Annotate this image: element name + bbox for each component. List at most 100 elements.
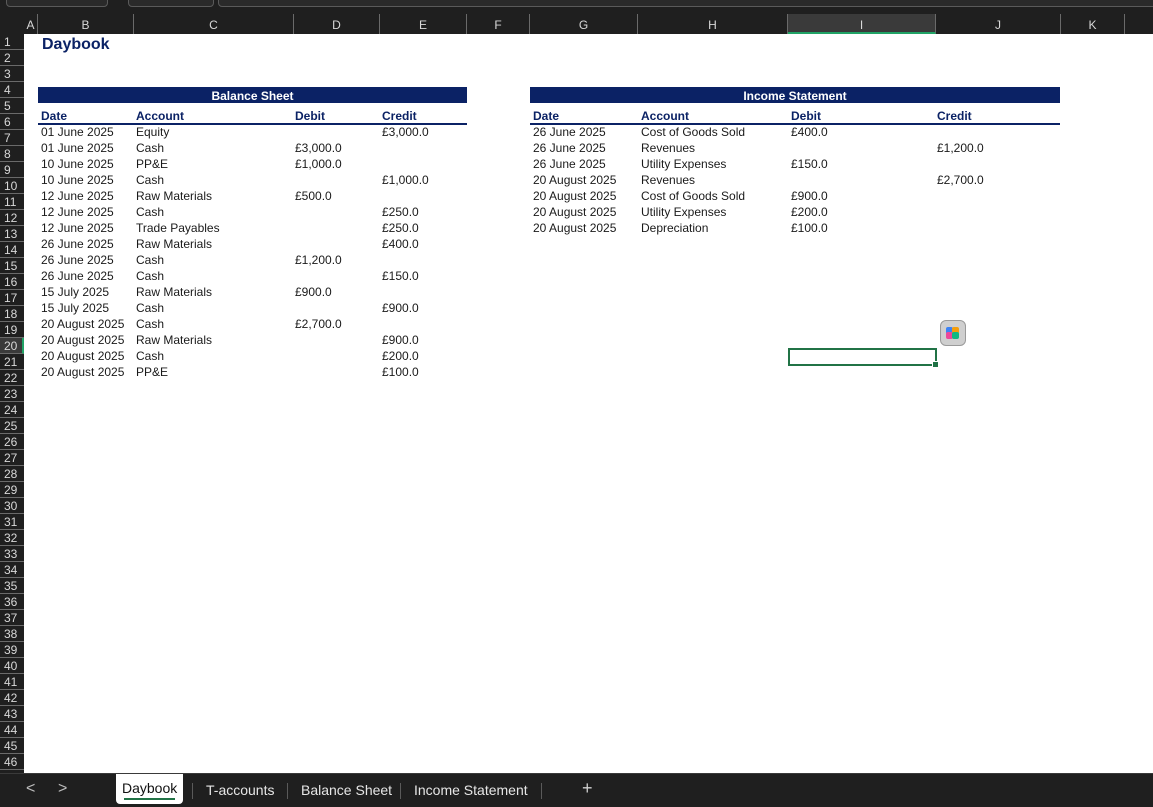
table-cell[interactable]: Cash (136, 316, 164, 332)
tab-income-statement[interactable]: Income Statement (408, 779, 534, 803)
table-cell[interactable]: Cost of Goods Sold (641, 188, 745, 204)
prev-sheet-button[interactable]: < (26, 780, 35, 798)
row-header-41[interactable]: 41 (0, 674, 24, 690)
column-header-g[interactable]: G (530, 14, 638, 34)
tab-balance-sheet[interactable]: Balance Sheet (295, 779, 398, 803)
table-cell[interactable]: £1,000.0 (295, 156, 342, 172)
table-cell[interactable]: 20 August 2025 (41, 364, 124, 380)
row-header-12[interactable]: 12 (0, 210, 24, 226)
table-cell[interactable]: 01 June 2025 (41, 140, 114, 156)
table-cell[interactable]: £2,700.0 (937, 172, 984, 188)
table-cell[interactable]: Raw Materials (136, 236, 212, 252)
row-header-3[interactable]: 3 (0, 66, 24, 82)
table-cell[interactable]: 10 June 2025 (41, 172, 114, 188)
row-header-26[interactable]: 26 (0, 434, 24, 450)
row-header-13[interactable]: 13 (0, 226, 24, 242)
table-cell[interactable]: 12 June 2025 (41, 188, 114, 204)
row-header-19[interactable]: 19 (0, 322, 24, 338)
table-cell[interactable]: 20 August 2025 (533, 188, 616, 204)
table-cell[interactable]: £1,200.0 (295, 252, 342, 268)
row-header-15[interactable]: 15 (0, 258, 24, 274)
table-cell[interactable]: £400.0 (791, 124, 828, 140)
table-cell[interactable]: PP&E (136, 156, 168, 172)
tab-t-accounts[interactable]: T-accounts (200, 779, 280, 803)
table-cell[interactable]: £100.0 (382, 364, 419, 380)
column-header-b[interactable]: B (38, 14, 134, 34)
row-header-24[interactable]: 24 (0, 402, 24, 418)
table-cell[interactable]: Cash (136, 140, 164, 156)
column-header-k[interactable]: K (1061, 14, 1125, 34)
row-header-10[interactable]: 10 (0, 178, 24, 194)
column-header-c[interactable]: C (134, 14, 294, 34)
row-header-40[interactable]: 40 (0, 658, 24, 674)
table-cell[interactable]: Utility Expenses (641, 204, 726, 220)
row-header-35[interactable]: 35 (0, 578, 24, 594)
row-header-5[interactable]: 5 (0, 98, 24, 114)
table-cell[interactable]: 12 June 2025 (41, 204, 114, 220)
row-header-8[interactable]: 8 (0, 146, 24, 162)
row-header-4[interactable]: 4 (0, 82, 24, 98)
row-header-43[interactable]: 43 (0, 706, 24, 722)
row-header-36[interactable]: 36 (0, 594, 24, 610)
formula-input[interactable] (218, 0, 1153, 7)
column-header-i[interactable]: I (788, 14, 936, 34)
table-cell[interactable]: £200.0 (791, 204, 828, 220)
add-sheet-button[interactable]: + (582, 778, 593, 799)
table-cell[interactable]: 20 August 2025 (533, 172, 616, 188)
column-header-j[interactable]: J (936, 14, 1061, 34)
tab-daybook[interactable]: Daybook (116, 774, 184, 804)
column-header-h[interactable]: H (638, 14, 788, 34)
row-header-9[interactable]: 9 (0, 162, 24, 178)
table-cell[interactable]: £250.0 (382, 220, 419, 236)
table-cell[interactable]: £2,700.0 (295, 316, 342, 332)
table-cell[interactable]: 15 July 2025 (41, 300, 109, 316)
table-cell[interactable]: 20 August 2025 (41, 332, 124, 348)
row-header-31[interactable]: 31 (0, 514, 24, 530)
table-cell[interactable]: Cost of Goods Sold (641, 124, 745, 140)
row-header-18[interactable]: 18 (0, 306, 24, 322)
table-cell[interactable]: £900.0 (382, 332, 419, 348)
table-cell[interactable]: £100.0 (791, 220, 828, 236)
row-header-44[interactable]: 44 (0, 722, 24, 738)
row-header-17[interactable]: 17 (0, 290, 24, 306)
row-header-37[interactable]: 37 (0, 610, 24, 626)
table-cell[interactable]: Depreciation (641, 220, 708, 236)
row-header-33[interactable]: 33 (0, 546, 24, 562)
table-cell[interactable]: 20 August 2025 (533, 204, 616, 220)
row-header-2[interactable]: 2 (0, 50, 24, 66)
table-cell[interactable]: Trade Payables (136, 220, 220, 236)
row-header-6[interactable]: 6 (0, 114, 24, 130)
table-cell[interactable]: £900.0 (295, 284, 332, 300)
table-cell[interactable]: Revenues (641, 140, 695, 156)
row-header-46[interactable]: 46 (0, 754, 24, 770)
table-cell[interactable]: £150.0 (791, 156, 828, 172)
table-cell[interactable]: £900.0 (791, 188, 828, 204)
table-cell[interactable]: 20 August 2025 (533, 220, 616, 236)
table-cell[interactable]: £400.0 (382, 236, 419, 252)
table-cell[interactable]: 26 June 2025 (41, 236, 114, 252)
table-cell[interactable]: 12 June 2025 (41, 220, 114, 236)
table-cell[interactable]: £150.0 (382, 268, 419, 284)
table-cell[interactable]: Raw Materials (136, 188, 212, 204)
table-cell[interactable]: 26 June 2025 (41, 268, 114, 284)
column-header-e[interactable]: E (380, 14, 467, 34)
row-header-22[interactable]: 22 (0, 370, 24, 386)
row-header-27[interactable]: 27 (0, 450, 24, 466)
row-header-45[interactable]: 45 (0, 738, 24, 754)
row-header-28[interactable]: 28 (0, 466, 24, 482)
column-header-f[interactable]: F (467, 14, 530, 34)
row-header-14[interactable]: 14 (0, 242, 24, 258)
table-cell[interactable]: Raw Materials (136, 332, 212, 348)
row-header-11[interactable]: 11 (0, 194, 24, 210)
table-cell[interactable]: £900.0 (382, 300, 419, 316)
table-cell[interactable]: 01 June 2025 (41, 124, 114, 140)
copilot-icon[interactable] (940, 320, 966, 346)
table-cell[interactable]: Raw Materials (136, 284, 212, 300)
table-cell[interactable]: 26 June 2025 (533, 156, 606, 172)
row-header-32[interactable]: 32 (0, 530, 24, 546)
table-cell[interactable]: Revenues (641, 172, 695, 188)
table-cell[interactable]: 10 June 2025 (41, 156, 114, 172)
selected-cell[interactable] (788, 348, 939, 368)
table-cell[interactable]: £1,200.0 (937, 140, 984, 156)
row-header-30[interactable]: 30 (0, 498, 24, 514)
